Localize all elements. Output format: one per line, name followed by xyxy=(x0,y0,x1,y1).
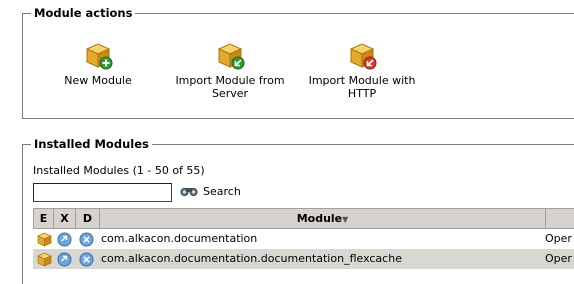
search-button-label: Search xyxy=(203,184,241,198)
package-import-http-icon xyxy=(349,43,377,70)
export-icon[interactable] xyxy=(55,249,73,269)
table-row[interactable]: com.alkacon.documentation.documentation_… xyxy=(33,249,574,269)
import-module-http-action[interactable]: Import Module with HTTP xyxy=(297,40,427,100)
delete-icon[interactable] xyxy=(77,229,95,249)
import-module-server-action[interactable]: Import Module from Server xyxy=(165,40,295,100)
module-extra-cell: Oper xyxy=(545,232,572,245)
package-new-icon xyxy=(85,43,113,70)
installed-modules-panel: Installed Modules Installed Modules (1 -… xyxy=(22,137,574,284)
binoculars-icon xyxy=(180,188,198,196)
module-name[interactable]: com.alkacon.documentation.documentation_… xyxy=(101,249,402,269)
import-http-label-line2: HTTP xyxy=(347,87,377,100)
table-header: E X D Module▼ xyxy=(33,208,574,229)
sort-desc-icon: ▼ xyxy=(342,215,349,224)
table-row[interactable]: com.alkacon.documentation Oper xyxy=(33,229,574,249)
column-header-module-label: Module xyxy=(296,212,343,225)
module-icon[interactable] xyxy=(35,249,53,269)
column-header-module[interactable]: Module▼ xyxy=(100,209,546,228)
module-actions-panel: Module actions New Module Import Module … xyxy=(22,6,574,119)
new-module-action[interactable]: New Module xyxy=(33,40,163,87)
column-header-d[interactable]: D xyxy=(76,209,100,228)
import-server-label-line1: Import Module from xyxy=(175,74,285,87)
module-icon[interactable] xyxy=(35,229,53,249)
delete-icon[interactable] xyxy=(77,249,95,269)
column-header-last[interactable] xyxy=(546,209,574,228)
search-button[interactable]: Search xyxy=(180,183,241,199)
modules-table: E X D Module▼ com.alkacon.documentation … xyxy=(33,208,574,269)
package-import-server-icon xyxy=(217,43,245,70)
import-server-label-line2: Server xyxy=(211,87,249,100)
module-name[interactable]: com.alkacon.documentation xyxy=(101,229,257,249)
module-extra-cell: Oper xyxy=(545,252,572,265)
search-input[interactable] xyxy=(33,183,172,202)
column-header-e[interactable]: E xyxy=(34,209,54,228)
installed-modules-title: Installed Modules xyxy=(31,137,152,151)
import-http-label-line1: Import Module with xyxy=(308,74,416,87)
export-icon[interactable] xyxy=(55,229,73,249)
module-count-text: Installed Modules (1 - 50 of 55) xyxy=(33,164,205,177)
new-module-label: New Module xyxy=(64,74,132,87)
module-actions-title: Module actions xyxy=(31,6,136,20)
column-header-x[interactable]: X xyxy=(54,209,76,228)
